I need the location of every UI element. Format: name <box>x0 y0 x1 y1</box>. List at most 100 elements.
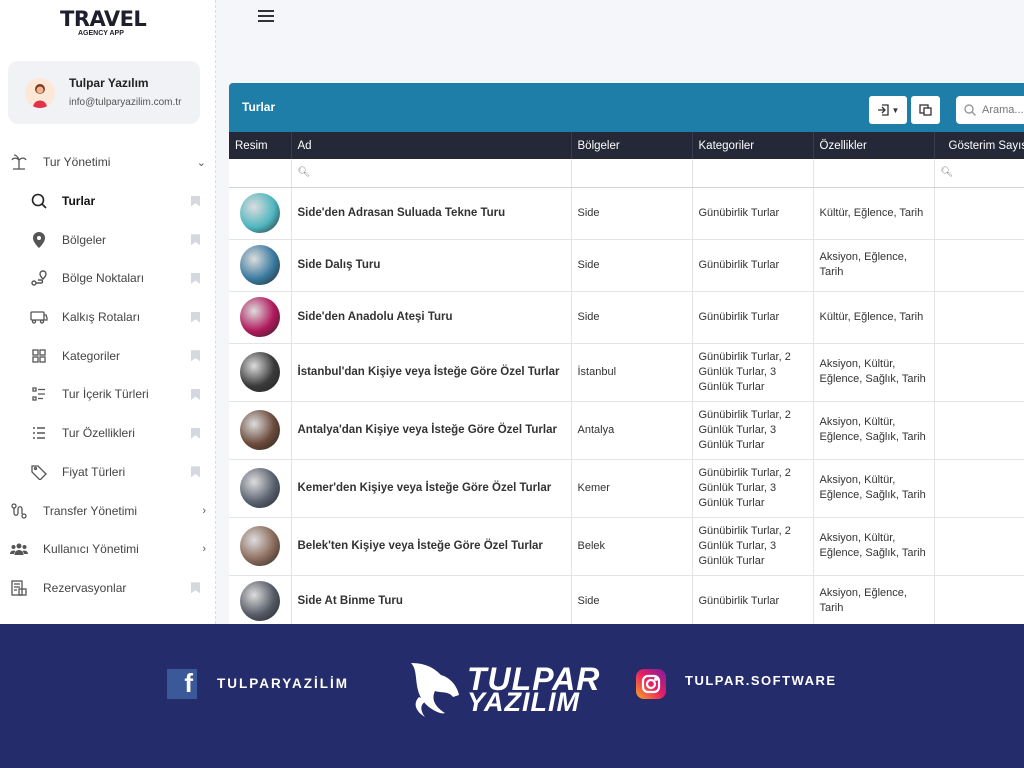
sidebar-item-label: Fiyat Türleri <box>62 464 126 479</box>
column-header-bolgeler[interactable]: Bölgeler <box>571 132 693 159</box>
tour-features: Aksiyon, Kültür, Eğlence, Sağlık, Tarih <box>813 459 935 518</box>
bookmark-icon[interactable] <box>191 234 200 246</box>
bookmark-icon[interactable] <box>191 388 200 400</box>
column-header-gosterim-sayisi[interactable]: Gösterim Sayısı <box>934 132 1024 159</box>
filter-cell[interactable] <box>692 159 814 188</box>
tour-name[interactable]: Side'den Anadolu Ateşi Turu <box>291 291 572 344</box>
table-row[interactable]: Side Dalış Turu Side Günübirlik Turlar Aksi… <box>229 239 1024 292</box>
bookmark-icon[interactable] <box>191 350 200 362</box>
sidebar-item-label: Tur Özellikleri <box>62 426 135 441</box>
sidebar-item-label: Tur Yönetimi <box>43 155 111 170</box>
sidebar-item-fiyat-turleri[interactable]: Fiyat Türleri <box>0 453 215 492</box>
sidebar-item-tur-ozellikleri[interactable]: Tur Özellikleri <box>0 414 215 453</box>
bookmark-icon[interactable] <box>191 427 200 439</box>
tour-region: Side <box>571 291 693 344</box>
sidebar-item-label: Kullanıcı Yönetimi <box>43 542 139 557</box>
sidebar-item-tur-icerik-turleri[interactable]: Tur İçerik Türleri <box>0 375 215 414</box>
export-button[interactable]: ▼ <box>869 96 907 124</box>
tour-views: 6 <box>934 291 1024 344</box>
columns-button[interactable] <box>911 96 940 124</box>
tour-region: Side <box>571 187 693 240</box>
tours-card: Turlar ▼ Resim Ad Bölgeler Kategoriler Ö… <box>229 83 1024 628</box>
sidebar: TRAVEL AGENCY APP Tulpar Yazılım info@tu… <box>0 0 216 624</box>
sidebar-item-transfer-yonetimi[interactable]: Transfer Yönetimi › <box>0 491 215 530</box>
sidebar-item-bolgeler[interactable]: Bölgeler <box>0 220 215 259</box>
tour-thumbnail[interactable] <box>240 410 280 450</box>
table-row[interactable]: İstanbul'dan Kişiye veya İsteğe Göre Öze… <box>229 343 1024 402</box>
sidebar-item-kategoriler[interactable]: Kategoriler <box>0 336 215 375</box>
sidebar-item-tur-yonetimi[interactable]: Tur Yönetimi ⌄ <box>0 143 215 182</box>
tour-views: 25 <box>934 575 1024 628</box>
sidebar-item-kalkis-rotalari[interactable]: Kalkış Rotaları <box>0 298 215 337</box>
tour-features: Aksiyon, Eğlence, Tarih <box>813 575 935 628</box>
table-row[interactable]: Side At Binme Turu Side Günübirlik Turlar A… <box>229 575 1024 628</box>
tour-views: 3 <box>934 187 1024 240</box>
route-icon <box>10 502 28 520</box>
tour-thumbnail[interactable] <box>240 468 280 508</box>
tour-thumbnail[interactable] <box>240 581 280 621</box>
tour-image-cell <box>229 291 292 344</box>
search-input[interactable] <box>982 104 1024 116</box>
tour-image-cell <box>229 187 292 240</box>
sidebar-item-kullanici-yonetimi[interactable]: Kullanıcı Yönetimi › <box>0 530 215 569</box>
search-icon <box>964 104 976 116</box>
columns-icon <box>919 104 932 116</box>
sidebar-item-label: Transfer Yönetimi <box>43 503 138 518</box>
instagram-icon[interactable] <box>636 669 666 699</box>
tour-thumbnail[interactable] <box>240 526 280 566</box>
table-row[interactable]: Belek'ten Kişiye veya İsteğe Göre Özel T… <box>229 517 1024 576</box>
chevron-right-icon: › <box>202 543 206 556</box>
table-row[interactable]: Side'den Adrasan Suluada Tekne Turu Side G… <box>229 187 1024 240</box>
table-row[interactable]: Antalya'dan Kişiye veya İsteğe Göre Özel… <box>229 401 1024 460</box>
app-logo[interactable]: TRAVEL AGENCY APP <box>60 8 150 44</box>
tour-thumbnail[interactable] <box>240 245 280 285</box>
facebook-icon[interactable]: f <box>167 668 197 699</box>
sidebar-item-label: Bölge Noktaları <box>62 271 145 286</box>
tour-thumbnail[interactable] <box>240 352 280 392</box>
menu-toggle-icon[interactable] <box>258 10 274 22</box>
user-profile-card[interactable]: Tulpar Yazılım info@tulparyazilim.com.tr <box>8 61 200 124</box>
filter-cell <box>229 159 292 188</box>
bookmark-icon[interactable] <box>191 311 200 323</box>
tour-categories: Günübirlik Turlar <box>692 291 814 344</box>
search-icon: 🔍︎ <box>297 167 311 179</box>
bookmark-icon[interactable] <box>191 466 200 478</box>
bookmark-icon[interactable] <box>191 582 200 594</box>
sidebar-item-bolge-noktalari[interactable]: Bölge Noktaları <box>0 259 215 298</box>
horse-logo-icon <box>411 663 459 717</box>
tour-name[interactable]: Side'den Adrasan Suluada Tekne Turu <box>291 187 572 240</box>
tour-name[interactable]: Belek'ten Kişiye veya İsteğe Göre Özel T… <box>291 517 572 576</box>
instagram-handle[interactable]: TULPAR.SOFTWARE <box>685 673 837 688</box>
tour-name[interactable]: Antalya'dan Kişiye veya İsteğe Göre Özel… <box>291 401 572 460</box>
column-header-ozellikler[interactable]: Özellikler <box>813 132 935 159</box>
bus-icon <box>30 308 48 326</box>
bookmark-icon[interactable] <box>191 195 200 207</box>
list-icon <box>30 424 48 442</box>
sidebar-item-turlar[interactable]: Turlar <box>0 182 215 221</box>
tour-features: Kültür, Eğlence, Tarih <box>813 291 935 344</box>
tour-views: 17 <box>934 401 1024 460</box>
search-box[interactable] <box>956 96 1024 124</box>
tour-views: 19 <box>934 343 1024 402</box>
table-row[interactable]: Kemer'den Kişiye veya İsteğe Göre Özel T… <box>229 459 1024 518</box>
tour-features: Aksiyon, Kültür, Eğlence, Sağlık, Tarih <box>813 517 935 576</box>
tour-name[interactable]: Side Dalış Turu <box>291 239 572 292</box>
tour-thumbnail[interactable] <box>240 193 280 233</box>
tour-thumbnail[interactable] <box>240 297 280 337</box>
column-header-kategoriler[interactable]: Kategoriler <box>692 132 814 159</box>
tour-categories: Günübirlik Turlar <box>692 239 814 292</box>
filter-name-input[interactable]: 🔍︎ <box>291 159 572 188</box>
tour-name[interactable]: İstanbul'dan Kişiye veya İsteğe Göre Öze… <box>291 343 572 402</box>
column-header-resim[interactable]: Resim <box>229 132 292 159</box>
filter-cell[interactable] <box>813 159 935 188</box>
column-header-ad[interactable]: Ad <box>291 132 572 159</box>
filter-views-input[interactable]: 🔍︎ <box>934 159 1024 188</box>
sidebar-item-rezervasyonlar[interactable]: Rezervasyonlar <box>0 569 215 608</box>
tour-name[interactable]: Side At Binme Turu <box>291 575 572 628</box>
tour-name[interactable]: Kemer'den Kişiye veya İsteğe Göre Özel T… <box>291 459 572 518</box>
filter-cell[interactable] <box>571 159 693 188</box>
facebook-handle[interactable]: TULPARYAZİLİM <box>217 676 349 691</box>
tour-region: İstanbul <box>571 343 693 402</box>
table-row[interactable]: Side'den Anadolu Ateşi Turu Side Günübirli… <box>229 291 1024 344</box>
bookmark-icon[interactable] <box>191 272 200 284</box>
